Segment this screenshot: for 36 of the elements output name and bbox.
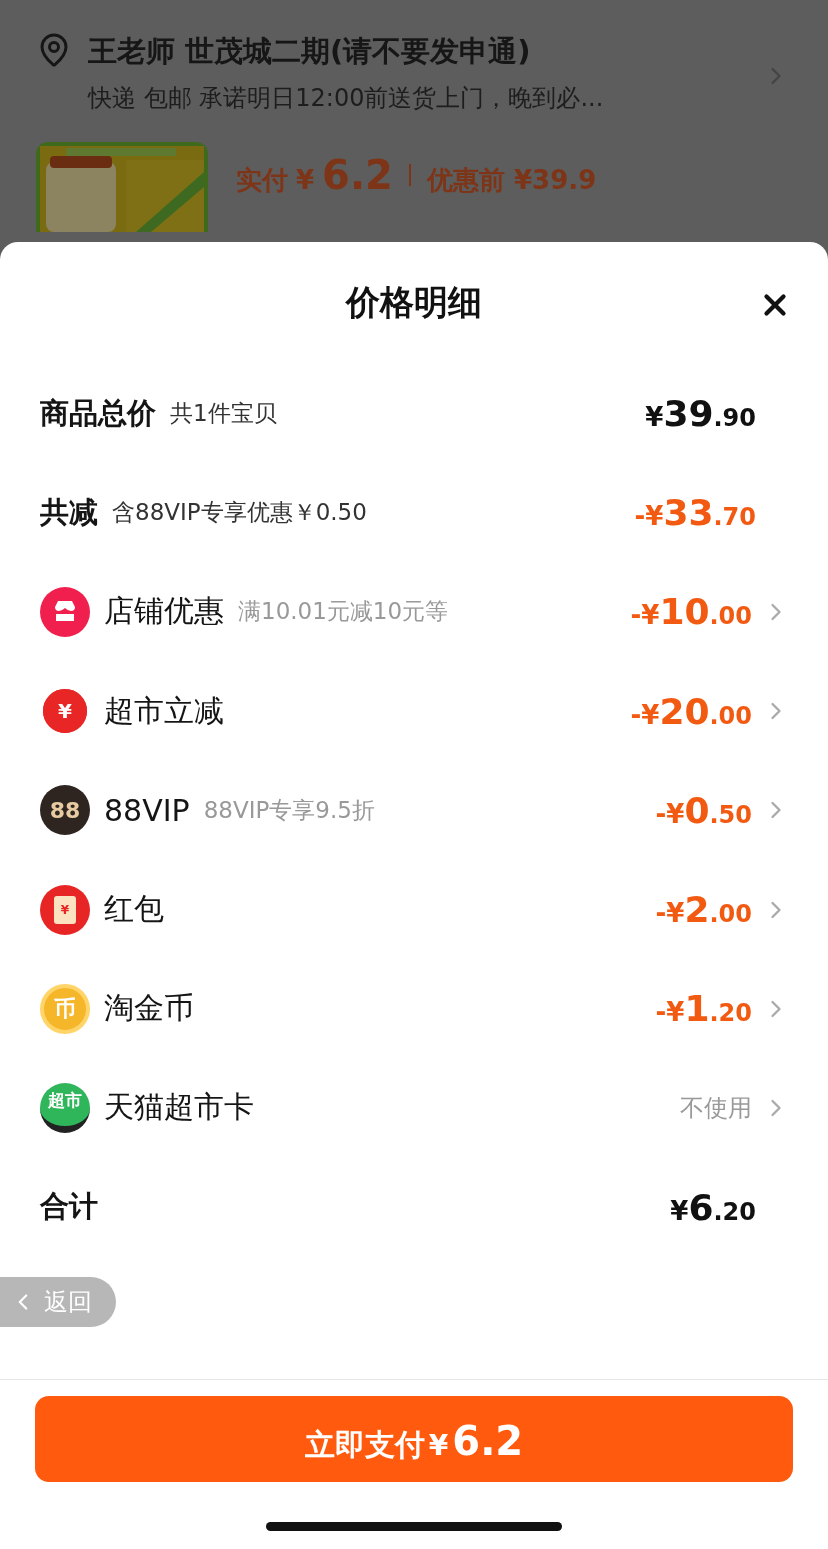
amount: ¥6.20 xyxy=(670,1186,756,1228)
row-label: 淘金币 xyxy=(104,989,194,1028)
original-price: 优惠前 ¥39.9 xyxy=(426,164,597,197)
row-label: 共减 xyxy=(40,493,98,531)
amount: -¥1.20 xyxy=(655,988,752,1030)
sheet-title: 价格明细 xyxy=(346,281,482,324)
pay-button[interactable]: 立即支付¥6.2 xyxy=(35,1396,793,1482)
row-label: 88VIP xyxy=(104,792,190,828)
row-note: 88VIP专享9.5折 xyxy=(203,795,375,825)
envelope-icon: ¥ xyxy=(40,884,90,935)
row-label: 店铺优惠 xyxy=(104,592,224,631)
supermarket-icon: 超市 xyxy=(40,1082,90,1133)
row-note: 满10.01元减10元等 xyxy=(238,597,449,627)
row-note: 共1件宝贝 xyxy=(170,399,277,429)
shop-icon xyxy=(40,586,90,637)
amount: -¥33.70 xyxy=(634,492,756,534)
paid-label: 实付 xyxy=(236,164,288,197)
amount: -¥2.00 xyxy=(655,889,752,931)
vip-icon: 88 xyxy=(40,785,90,836)
amount: -¥0.50 xyxy=(655,789,752,831)
amount: ¥39.90 xyxy=(645,393,756,435)
coin-icon: 币 xyxy=(40,983,90,1034)
row-label: 超市立减 xyxy=(104,691,224,730)
currency-sign: ¥ xyxy=(296,165,315,195)
address-name: 王老师 世茂城二期(请不要发申通) xyxy=(88,33,532,70)
row-label: 红包 xyxy=(104,890,164,929)
back-button[interactable]: 返回 xyxy=(0,1276,116,1327)
amount: -¥20.00 xyxy=(630,690,752,732)
row-note: 含88VIP专享优惠￥0.50 xyxy=(112,498,367,528)
row-label: 商品总价 xyxy=(40,394,156,432)
status-text: 不使用 xyxy=(680,1092,752,1124)
row-label: 合计 xyxy=(40,1188,98,1226)
paid-amount: 6.2 xyxy=(322,152,393,198)
delivery-info: 快递 包邮 承诺明日12:00前送货上门，晚到必... xyxy=(88,83,605,114)
row-label: 天猫超市卡 xyxy=(104,1088,254,1127)
amount: -¥10.00 xyxy=(630,591,752,633)
